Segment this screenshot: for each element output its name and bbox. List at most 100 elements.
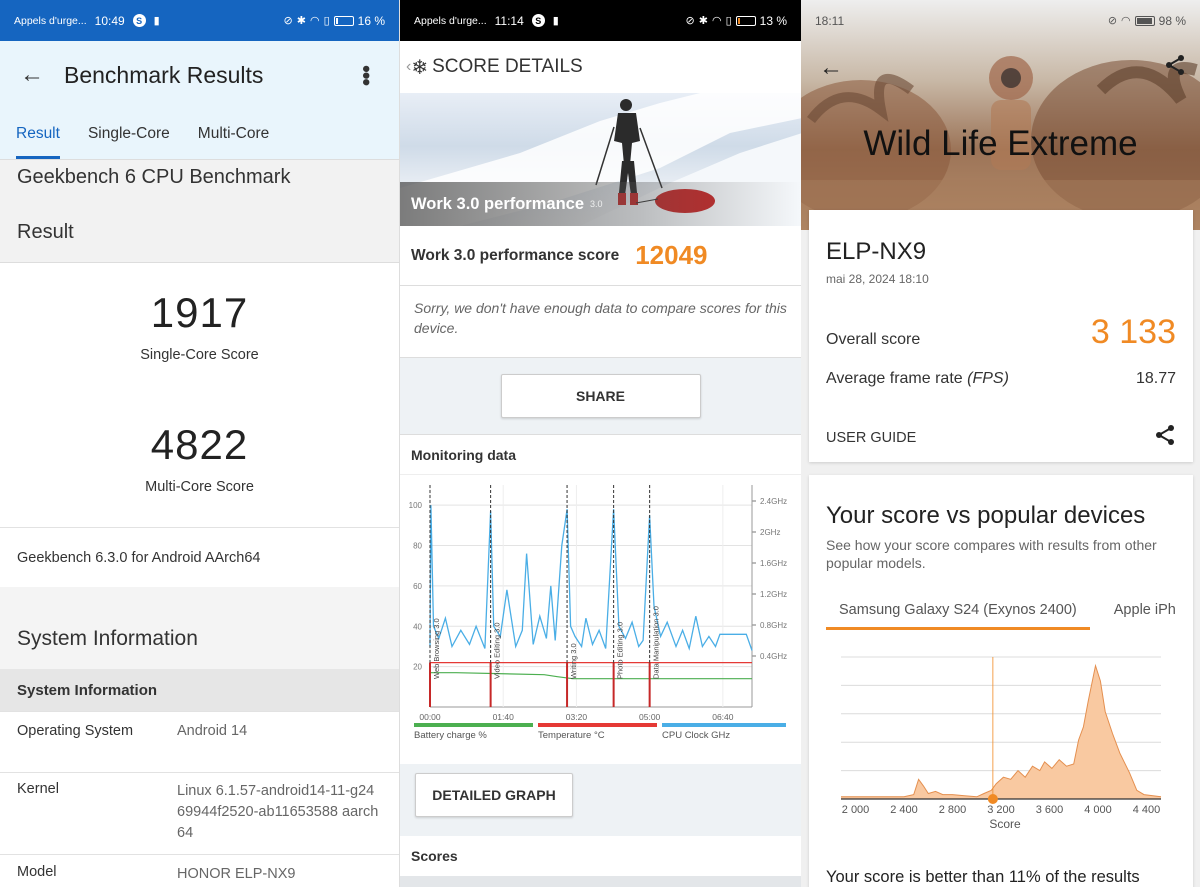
y2-tick-label: 1.2GHz: [760, 590, 787, 599]
compare-note: Sorry, we don't have enough data to comp…: [400, 286, 801, 358]
status-bar: 18:11 ⊘ ◠ 98 %: [801, 0, 1200, 41]
battery-saver-icon: ▮: [552, 15, 559, 27]
legend-label: CPU Clock GHz: [662, 730, 730, 741]
user-guide-link[interactable]: USER GUIDE: [826, 430, 916, 446]
y-tick-label: 20: [413, 663, 422, 672]
back-arrow-icon[interactable]: ←: [819, 54, 843, 82]
score-row: Work 3.0 performance score 12049: [400, 226, 801, 286]
tab-multi-core[interactable]: Multi-Core: [198, 109, 269, 159]
x-tick-label: 00:00: [419, 712, 441, 722]
marker-bar: [648, 662, 651, 707]
user-guide-row[interactable]: USER GUIDE: [826, 424, 1176, 451]
scores-title: Scores: [400, 836, 801, 876]
battery-icon: [1134, 15, 1155, 26]
share-icon[interactable]: [1164, 54, 1186, 81]
legend-swatch: [538, 723, 657, 727]
y-tick-label: 40: [413, 622, 422, 631]
skype-icon: S: [531, 14, 545, 27]
share-icon[interactable]: [1154, 424, 1176, 451]
tab-samsung-s24[interactable]: Samsung Galaxy S24 (Exynos 2400): [826, 593, 1090, 630]
legend-label: Battery charge %: [414, 730, 487, 741]
battery-icon: [735, 15, 756, 26]
overall-score-row: Overall score 3 133: [826, 313, 1176, 352]
marker-bar: [612, 662, 615, 707]
benchmark-title: Wild Life Extreme: [863, 124, 1138, 163]
carrier-text: Appels d'urge...: [14, 14, 87, 27]
battery-percent: 16 %: [357, 13, 385, 28]
fps-label-text: Average frame rate: [826, 370, 963, 387]
device-tabs: Samsung Galaxy S24 (Exynos 2400) Apple i…: [826, 593, 1200, 630]
fps-value: 18.77: [1135, 370, 1176, 387]
nfc-icon: ⊘: [1107, 15, 1118, 27]
overall-value: 3 133: [1090, 313, 1176, 351]
benchmark-title: Geekbench 6 CPU Benchmark: [17, 166, 291, 188]
nfc-icon: ⊘: [283, 15, 293, 27]
compare-title: Your score vs popular devices: [826, 502, 1146, 529]
info-row-os: Operating System Android 14: [0, 711, 399, 772]
tab-apple-iphone[interactable]: Apple iPh: [1114, 593, 1189, 630]
bluetooth-icon: ✱: [296, 15, 306, 27]
compare-subtitle: See how your score compares with results…: [826, 537, 1157, 571]
info-value: HONOR ELP-NX9: [177, 866, 296, 882]
status-bar: Appels d'urge... 10:49 S ▮ ⊘ ✱ ◠ ▯ 16 %: [0, 0, 399, 41]
x-tick-label: 4 400: [1133, 804, 1161, 816]
system-info-section: System Information: [0, 587, 399, 669]
multi-core-score: 4822: [150, 421, 249, 468]
y2-tick-label: 0.4GHz: [760, 652, 787, 661]
page-title: Benchmark Results: [64, 61, 264, 88]
hero-label-text: Work 3.0 performance: [411, 194, 585, 213]
x-tick-label: 03:20: [566, 712, 588, 722]
y2-tick-label: 2.4GHz: [760, 497, 787, 506]
battery-saver-icon: ▮: [153, 15, 160, 27]
detailed-graph-button[interactable]: DETAILED GRAPH: [415, 773, 573, 817]
monitoring-chart: 100 80 60 40 20 2.4GHz 2GHz 1.6GHz 1.2GHz 0.8GHz 0…: [400, 474, 801, 764]
info-key: Operating System: [17, 723, 134, 739]
y-tick-label: 60: [413, 582, 422, 591]
score-distribution-chart: 2 000 2 400 2 800 3 200 3 600 4 000 4 400 Score: [841, 656, 1162, 831]
marker-label: Data Manipulation 3.0: [652, 606, 661, 679]
marker-bar: [489, 662, 492, 707]
wifi-icon: ◠: [711, 15, 722, 27]
info-value: Linux 6.1.57-android14-11-g2469944f2520-…: [177, 783, 379, 841]
y-tick-label: 100: [409, 501, 423, 510]
multi-core-block: 4822 Multi-Core Score: [0, 421, 399, 495]
x-tick-label: 3 600: [1036, 804, 1064, 816]
x-axis-label: Score: [989, 817, 1021, 831]
benchmark-header: Geekbench 6 CPU Benchmark Result: [0, 159, 399, 262]
x-tick-label: 2 400: [890, 804, 918, 816]
app-header: ← Benchmark Results ••• Result Single-Co…: [0, 41, 399, 159]
tab-single-core[interactable]: Single-Core: [88, 109, 170, 159]
system-info-title: System Information: [17, 627, 198, 650]
marker-label: Writing 3.0: [569, 643, 578, 679]
tab-result[interactable]: Result: [16, 109, 60, 159]
share-area: SHARE: [400, 358, 801, 434]
battery-percent: 13 %: [759, 13, 787, 28]
score-details-header: ‹ ❄ SCORE DETAILS: [400, 41, 801, 93]
hero-version: 3.0: [590, 199, 603, 209]
fps-row: Average frame rate (FPS) 18.77: [826, 370, 1176, 388]
pcmark-panel: Appels d'urge... 11:14 S ▮ ⊘ ✱ ◠ ▯ 13 % …: [399, 0, 801, 887]
marker-label: Video Editing 3.0: [493, 622, 502, 679]
snowflake-logo-icon: ❄: [411, 56, 429, 79]
x-tick-label: 4 000: [1084, 804, 1112, 816]
more-options-icon[interactable]: •••: [353, 65, 379, 85]
marker-bar: [566, 662, 569, 707]
info-row-model: Model HONOR ELP-NX9: [0, 854, 399, 887]
x-tick-label: 01:40: [493, 712, 515, 722]
x-tick-label: 06:40: [712, 712, 734, 722]
skype-icon: S: [132, 14, 146, 27]
clock: 11:14: [494, 13, 524, 28]
series-line-0: [430, 672, 752, 680]
back-arrow-icon[interactable]: ←: [20, 61, 50, 89]
monitoring-chart-svg: 100 80 60 40 20 2.4GHz 2GHz 1.6GHz 1.2GHz 0.8GHz 0…: [409, 485, 787, 741]
multi-core-label: Multi-Core Score: [145, 479, 254, 495]
wifi-icon: ◠: [1121, 15, 1131, 27]
info-key: Kernel: [17, 781, 59, 797]
result-header: Result: [17, 221, 74, 243]
clock: 10:49: [94, 13, 125, 28]
geekbench-panel: Appels d'urge... 10:49 S ▮ ⊘ ✱ ◠ ▯ 16 % …: [0, 0, 399, 887]
clock: 18:11: [815, 13, 845, 28]
nfc-icon: ⊘: [685, 15, 695, 27]
share-button[interactable]: SHARE: [500, 374, 701, 418]
single-core-block: 1917 Single-Core Score: [0, 289, 399, 363]
